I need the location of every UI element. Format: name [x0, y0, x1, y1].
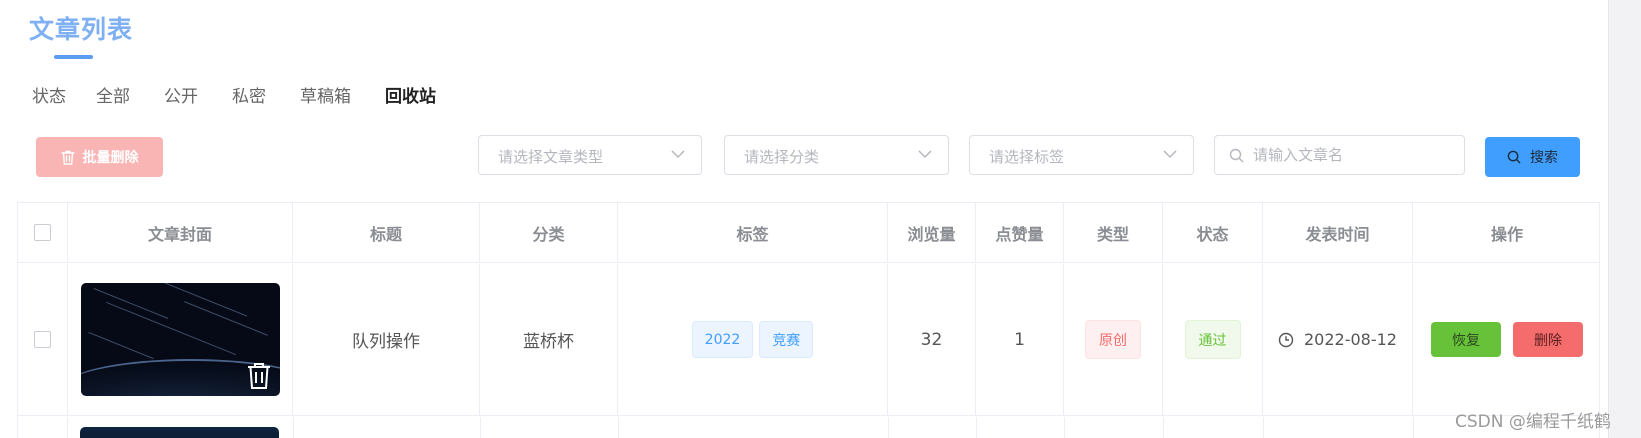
article-table: 文章封面 标题 分类 标签 浏览量 点赞量 类型 状态 发表时间 操作 队列操作… — [17, 202, 1600, 438]
col-divider — [293, 417, 294, 438]
watermark: CSDN @编程千纸鹤 — [1455, 412, 1611, 432]
row-checkbox[interactable] — [34, 331, 51, 348]
col-divider — [1413, 417, 1414, 438]
trash-icon[interactable] — [246, 362, 272, 390]
header-status: 状态 — [1163, 203, 1263, 262]
type-cell: 原创 — [1064, 264, 1163, 415]
likes-cell: 1 — [976, 264, 1064, 415]
status-tab-private[interactable]: 私密 — [232, 82, 266, 107]
chevron-down-icon — [671, 150, 685, 159]
cover-cell — [68, 264, 293, 415]
col-divider — [480, 417, 481, 438]
status-tab-all[interactable]: 全部 — [96, 82, 130, 107]
search-icon — [1229, 148, 1244, 163]
header-tags: 标签 — [618, 203, 888, 262]
article-cover-image — [80, 427, 279, 438]
search-button[interactable]: 搜索 — [1485, 137, 1580, 177]
chevron-down-icon — [918, 150, 932, 159]
tag-badge: 2022 — [691, 321, 754, 358]
batch-delete-button[interactable]: 批量删除 — [36, 137, 163, 177]
status-filter: 状态 全部 公开 私密 草稿箱 回收站 — [32, 82, 470, 107]
article-cover-image — [80, 283, 280, 396]
header-views: 浏览量 — [888, 203, 976, 262]
title-underline — [54, 55, 93, 59]
col-divider — [976, 417, 977, 438]
category-placeholder: 请选择分类 — [744, 148, 820, 166]
category-select[interactable]: 请选择分类 — [724, 135, 949, 175]
restore-button[interactable]: 恢复 — [1431, 322, 1501, 357]
tag-placeholder: 请选择标签 — [989, 148, 1065, 166]
tag-badge: 竞赛 — [759, 321, 814, 358]
table-header: 文章封面 标题 分类 标签 浏览量 点赞量 类型 状态 发表时间 操作 — [18, 203, 1599, 263]
clock-icon — [1278, 332, 1294, 347]
table-row: 队列操作 蓝桥杯 2022 竞赛 32 1 原创 通过 2022-08-12 恢… — [18, 264, 1599, 416]
col-divider — [618, 417, 619, 438]
status-tab-public[interactable]: 公开 — [164, 82, 198, 107]
row-select-cell — [18, 264, 68, 415]
type-badge: 原创 — [1085, 320, 1141, 359]
category-cell: 蓝桥杯 — [480, 264, 618, 415]
col-divider — [888, 417, 889, 438]
article-type-select[interactable]: 请选择文章类型 — [478, 135, 702, 175]
status-label: 状态 — [32, 86, 66, 107]
article-type-placeholder: 请选择文章类型 — [498, 148, 604, 166]
header-actions: 操作 — [1490, 224, 1523, 244]
article-name-search[interactable] — [1214, 135, 1465, 175]
header-cover: 文章封面 — [68, 203, 293, 262]
search-icon — [1507, 150, 1521, 164]
tags-cell: 2022 竞赛 — [618, 264, 888, 415]
select-all-checkbox[interactable] — [34, 224, 51, 241]
search-button-label: 搜索 — [1530, 150, 1558, 166]
status-tab-drafts[interactable]: 草稿箱 — [300, 82, 351, 107]
views-cell: 32 — [888, 264, 976, 415]
tag-select[interactable]: 请选择标签 — [969, 135, 1194, 175]
header-category: 分类 — [480, 203, 618, 262]
header-select-all-cell — [18, 203, 68, 262]
publish-time-text: 2022-08-12 — [1304, 330, 1397, 349]
trash-icon — [60, 150, 75, 165]
header-likes: 点赞量 — [976, 203, 1064, 262]
publish-time-cell: 2022-08-12 — [1263, 264, 1413, 415]
page-scrollbar-gutter — [1608, 0, 1641, 438]
col-divider — [1163, 417, 1164, 438]
delete-button[interactable]: 删除 — [1513, 322, 1583, 357]
col-divider — [1263, 417, 1264, 438]
table-row — [18, 417, 1599, 438]
batch-delete-label: 批量删除 — [82, 150, 139, 166]
article-name-input[interactable] — [1253, 144, 1453, 166]
actions-cell: 恢复 删除 — [1413, 264, 1599, 415]
title-cell: 队列操作 — [293, 264, 480, 415]
status-tab-recycle-bin[interactable]: 回收站 — [385, 82, 436, 107]
chevron-down-icon — [1163, 150, 1177, 159]
col-divider — [1064, 417, 1065, 438]
status-badge: 通过 — [1184, 320, 1241, 359]
header-publish-time: 发表时间 — [1263, 203, 1413, 262]
page-title: 文章列表 — [29, 15, 134, 44]
header-title: 标题 — [293, 203, 480, 262]
status-cell: 通过 — [1163, 264, 1263, 415]
publish-time: 2022-08-12 — [1278, 330, 1397, 349]
row-select-cell — [18, 417, 68, 438]
header-type: 类型 — [1064, 203, 1163, 262]
